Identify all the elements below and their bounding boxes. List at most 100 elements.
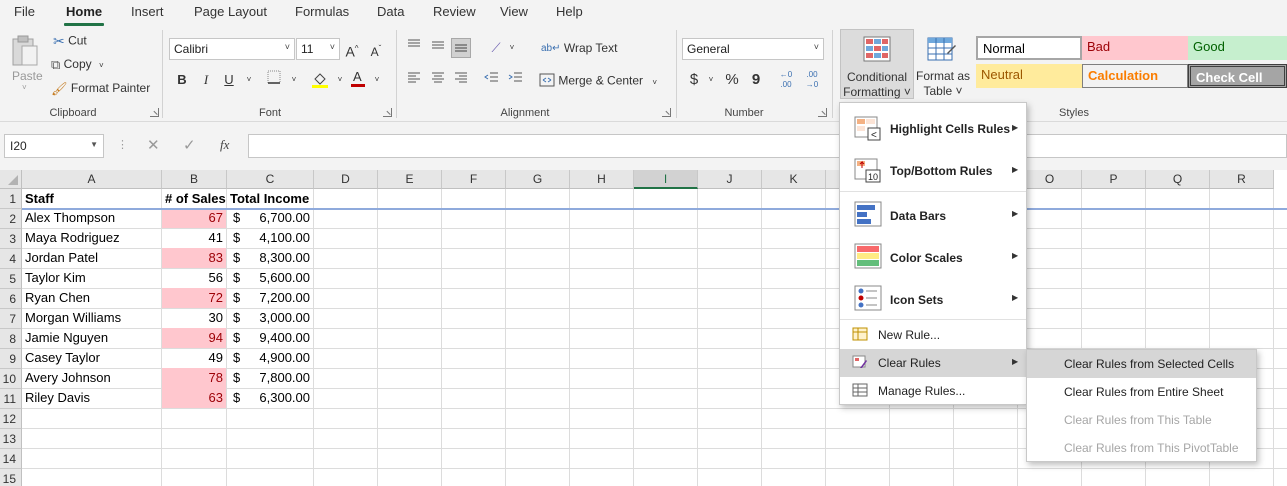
menu-new-rule[interactable]: New Rule... [840,321,1026,349]
cell-b5[interactable]: 56 [162,268,226,288]
tab-help[interactable]: Help [556,4,583,19]
wrap-text-button[interactable]: ab↵ Wrap Text [541,41,617,55]
tab-file[interactable]: File [14,4,35,19]
cell-b10[interactable]: 78 [162,368,226,388]
underline-dropdown-icon[interactable]: ˅ [239,70,259,90]
fill-color-icon[interactable] [310,70,330,90]
tab-page-layout[interactable]: Page Layout [194,4,267,19]
row-header-11[interactable]: 11 [0,389,22,409]
cell-c2[interactable]: $6,700.00 [227,208,313,228]
orientation-dropdown-icon[interactable]: ˅ [502,38,522,58]
cell-a3[interactable]: Maya Rodriguez [22,228,161,248]
tab-insert[interactable]: Insert [131,4,164,19]
align-right-icon[interactable] [451,70,471,90]
cell-a2[interactable]: Alex Thompson [22,208,161,228]
align-left-icon[interactable] [404,70,424,90]
row-header-14[interactable]: 14 [0,449,22,469]
row-header-7[interactable]: 7 [0,309,22,329]
clipboard-launcher-icon[interactable] [150,108,159,117]
tab-formulas[interactable]: Formulas [295,4,349,19]
number-format-combo[interactable]: General ˅ [682,38,824,60]
column-header-f[interactable]: F [442,170,506,189]
cell-b11[interactable]: 63 [162,388,226,408]
underline-button[interactable]: U [219,70,239,90]
clear-rules-entire-sheet[interactable]: Clear Rules from Entire Sheet [1027,378,1256,406]
column-header-c[interactable]: C [227,170,314,189]
increase-font-size-icon[interactable]: A^ [342,39,362,60]
tab-view[interactable]: View [500,4,528,19]
cut-button[interactable]: ✂ Cut [53,33,87,50]
cell-a5[interactable]: Taylor Kim [22,268,161,288]
cell-b3[interactable]: 41 [162,228,226,248]
borders-icon[interactable] [264,70,284,90]
name-box[interactable]: I20 ▼ [4,134,104,158]
row-header-1[interactable]: 1 [0,189,22,209]
cell-b2[interactable]: 67 [162,208,226,228]
comma-style-icon[interactable]: 9 [746,70,766,90]
column-header-q[interactable]: Q [1146,170,1210,189]
format-painter-button[interactable]: 🖌 Format Painter [51,81,150,97]
insert-function-icon[interactable]: fx [220,137,229,153]
paste-button[interactable]: Paste ˅ [10,34,44,94]
row-header-8[interactable]: 8 [0,329,22,349]
cell-b1[interactable]: # of Sales [162,189,226,209]
font-color-dropdown-icon[interactable]: ˅ [367,70,387,90]
cell-style-calculation[interactable]: Calculation [1082,64,1188,88]
borders-dropdown-icon[interactable]: ˅ [284,70,304,90]
column-header-d[interactable]: D [314,170,378,189]
alignment-launcher-icon[interactable] [662,108,671,117]
font-launcher-icon[interactable] [383,108,392,117]
cell-style-good[interactable]: Good [1188,36,1287,60]
increase-indent-icon[interactable] [506,70,526,90]
cell-a7[interactable]: Morgan Williams [22,308,161,328]
cell-c3[interactable]: $4,100.00 [227,228,313,248]
column-header-i[interactable]: I [634,170,698,189]
cell-c10[interactable]: $7,800.00 [227,368,313,388]
cell-style-normal[interactable]: Normal [976,36,1082,60]
row-header-10[interactable]: 10 [0,369,22,389]
cell-a6[interactable]: Ryan Chen [22,288,161,308]
column-header-k[interactable]: K [762,170,826,189]
menu-top-bottom-rules[interactable]: 10 Top/Bottom Rules ▶ [840,153,1026,189]
row-header-12[interactable]: 12 [0,409,22,429]
fill-color-dropdown-icon[interactable]: ˅ [330,70,350,90]
percent-style-icon[interactable]: % [722,70,742,90]
decrease-font-size-icon[interactable]: Aˇ [366,39,386,59]
cell-c9[interactable]: $4,900.00 [227,348,313,368]
bold-button[interactable]: B [172,70,192,90]
cell-b6[interactable]: 72 [162,288,226,308]
cell-a10[interactable]: Avery Johnson [22,368,161,388]
font-color-icon[interactable]: A [348,68,368,88]
merge-center-button[interactable]: Merge & Center ˅ [539,73,657,90]
row-header-9[interactable]: 9 [0,349,22,369]
format-as-table-button[interactable]: Format as Table ˅ [915,32,971,100]
row-header-13[interactable]: 13 [0,429,22,449]
font-name-combo[interactable]: Calibri ˅ [169,38,295,60]
menu-color-scales[interactable]: Color Scales ▶ [840,239,1026,275]
font-size-combo[interactable]: 11 ˅ [296,38,340,60]
cell-a8[interactable]: Jamie Nguyen [22,328,161,348]
cell-c11[interactable]: $6,300.00 [227,388,313,408]
column-header-e[interactable]: E [378,170,442,189]
cancel-icon[interactable]: ✕ [147,136,160,154]
column-header-h[interactable]: H [570,170,634,189]
row-header-3[interactable]: 3 [0,229,22,249]
column-header-g[interactable]: G [506,170,570,189]
cell-b4[interactable]: 83 [162,248,226,268]
cell-a1[interactable]: Staff [22,189,161,209]
align-middle-icon[interactable] [428,38,448,58]
cell-style-bad[interactable]: Bad [1082,36,1188,60]
accounting-dropdown-icon[interactable]: ˅ [701,70,721,90]
menu-data-bars[interactable]: Data Bars ▶ [840,197,1026,233]
column-header-j[interactable]: J [698,170,762,189]
cell-c1[interactable]: Total Income [227,189,313,209]
menu-icon-sets[interactable]: Icon Sets ▶ [840,281,1026,317]
cell-c6[interactable]: $7,200.00 [227,288,313,308]
cell-b7[interactable]: 30 [162,308,226,328]
decrease-indent-icon[interactable] [482,70,502,90]
cell-c8[interactable]: $9,400.00 [227,328,313,348]
menu-manage-rules[interactable]: Manage Rules... [840,377,1026,405]
align-bottom-icon[interactable] [451,38,471,58]
column-header-p[interactable]: P [1082,170,1146,189]
clear-rules-selected-cells[interactable]: Clear Rules from Selected Cells [1027,350,1256,378]
